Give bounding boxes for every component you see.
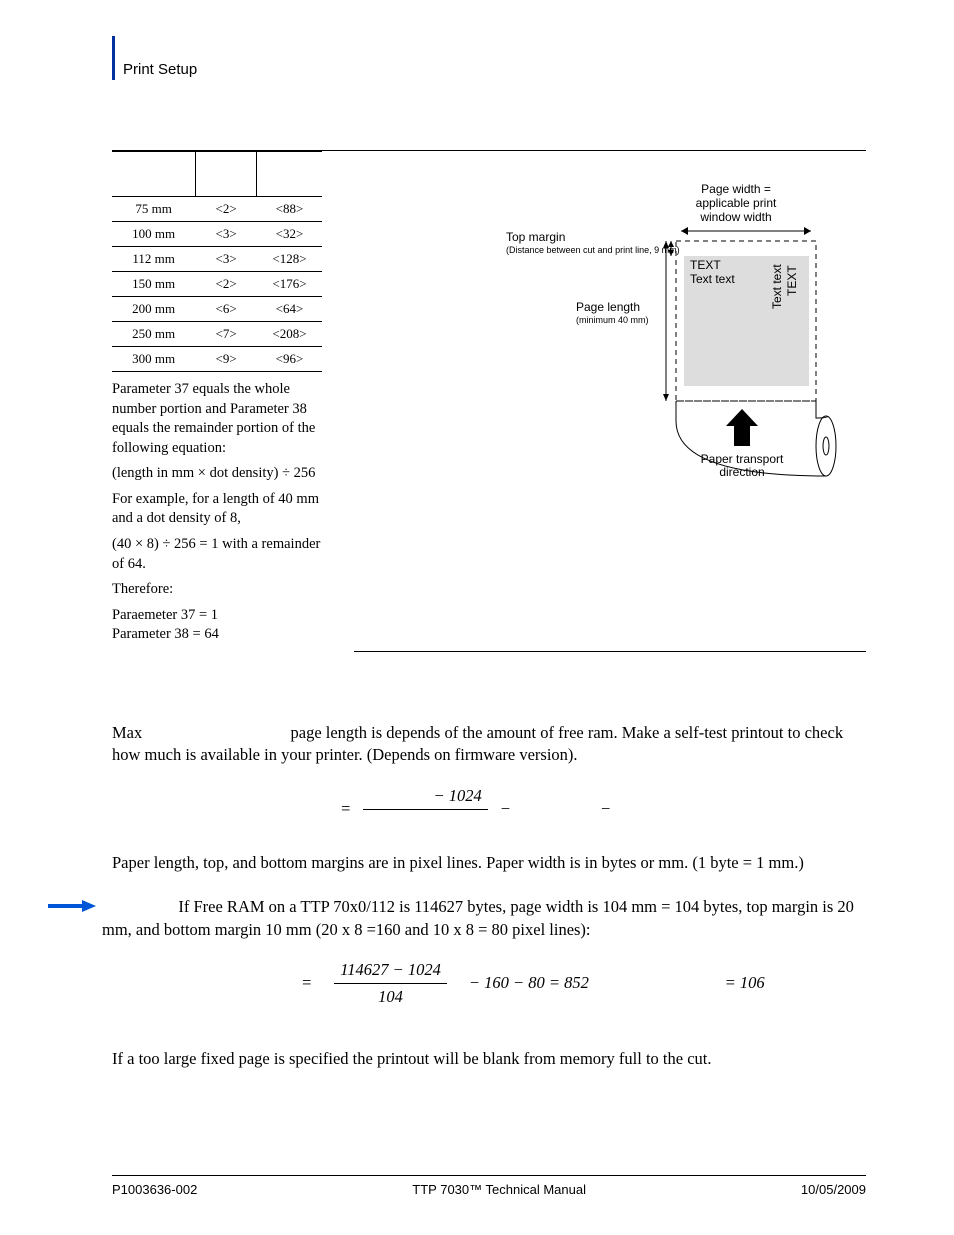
diagram-svg: Page width = applicable print window wid…: [476, 181, 856, 501]
header-accent-bar: [112, 36, 115, 80]
diagram-column: Page width = applicable print window wid…: [354, 151, 866, 652]
explain-p1: Parameter 37 equals the whole number por…: [112, 380, 322, 458]
body-content: Max page length is depends of the amount…: [112, 722, 866, 1071]
max-word: Max: [112, 723, 142, 742]
example-arrow-icon: [42, 898, 96, 914]
svg-text:direction: direction: [719, 465, 764, 479]
explain-p3: Therefore:: [112, 580, 322, 600]
explain-eq2: (40 × 8) ÷ 256 = 1 with a remainder of 6…: [112, 535, 322, 574]
svg-text:Page length: Page length: [576, 300, 640, 314]
footer-right: 10/05/2009: [801, 1182, 866, 1197]
document-page: Print Setup Page Setup 75 mm<2><88> 100 …: [0, 0, 954, 1235]
fraction-icon: FreeRAM− 1024 PaperWidth: [363, 785, 488, 835]
svg-text:TEXT: TEXT: [690, 258, 721, 272]
fraction-icon: 114627 − 1024 104: [334, 959, 447, 1009]
table-row: 100 mm<3><32>: [112, 222, 322, 247]
svg-text:(Distance between cut and prin: (Distance between cut and print line, 9 …: [506, 245, 680, 255]
svg-text:(minimum 40 mm): (minimum 40 mm): [576, 315, 649, 325]
max-line-rest: page length is depends of the amount of …: [112, 723, 843, 764]
explain-p5: Parameter 38 = 64: [112, 625, 322, 645]
units-para: Paper length, top, and bottom margins ar…: [112, 852, 866, 874]
page-footer: P1003636-002 TTP 7030™ Technical Manual …: [112, 1175, 866, 1197]
upper-content-row: 75 mm<2><88> 100 mm<3><32> 112 mm<3><128…: [112, 150, 866, 652]
svg-text:Top margin: Top margin: [506, 230, 565, 244]
svg-text:Paper transport: Paper transport: [701, 452, 784, 466]
table-row: 200 mm<6><64>: [112, 297, 322, 322]
formula-pixel-lines: PixelLines = FreeRAM− 1024 PaperWidth − …: [112, 785, 866, 835]
explain-p4: Paraemeter 37 = 1: [112, 606, 322, 626]
page-layout-diagram: Page width = applicable print window wid…: [476, 181, 856, 504]
svg-text:Text text: Text text: [690, 272, 735, 286]
explain-eq1: (length in mm × dot density) ÷ 256: [112, 464, 322, 484]
table-row: 250 mm<7><208>: [112, 322, 322, 347]
table-explanation: Parameter 37 equals the whole number por…: [112, 380, 322, 645]
max-page-length-para: Max page length is depends of the amount…: [112, 722, 866, 767]
footer-left: P1003636-002: [112, 1182, 197, 1197]
table-row: 150 mm<2><176>: [112, 272, 322, 297]
table-row: 75 mm<2><88>: [112, 197, 322, 222]
explain-p2: For example, for a length of 40 mm and a…: [112, 490, 322, 529]
svg-text:window width: window width: [699, 210, 771, 224]
closing-para: If a too large fixed page is specified t…: [112, 1048, 866, 1070]
table-row: 112 mm<3><128>: [112, 247, 322, 272]
footer-center: TTP 7030™ Technical Manual: [412, 1182, 586, 1197]
example-block: Example • If Free RAM on a TTP 70x0/112 …: [42, 896, 866, 941]
formula-example: PixelLines = 114627 − 1024 104 − 160 − 8…: [112, 959, 866, 1009]
header-section: Print Setup: [123, 61, 197, 78]
example-text: If Free RAM on a TTP 70x0/112 is 114627 …: [102, 897, 854, 938]
parameter-table: 75 mm<2><88> 100 mm<3><32> 112 mm<3><128…: [112, 151, 322, 372]
page-header: Print Setup Page Setup: [112, 58, 866, 80]
diagram-page-width-text: Page width =: [701, 182, 771, 196]
table-row: 300 mm<9><96>: [112, 347, 322, 372]
svg-text:Text text: Text text: [770, 264, 784, 309]
svg-text:applicable print: applicable print: [696, 196, 777, 210]
svg-text:TEXT: TEXT: [785, 265, 799, 296]
